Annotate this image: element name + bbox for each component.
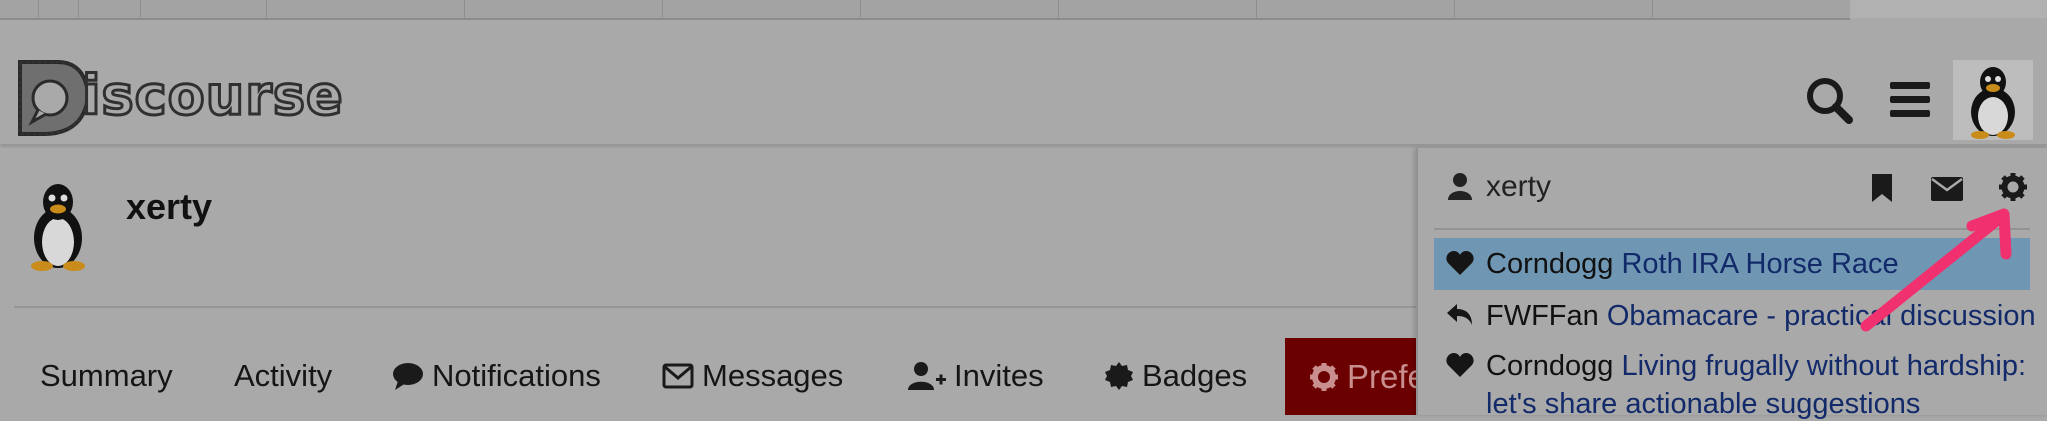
notification-topic: Obamacare - practical discussion bbox=[1606, 300, 2036, 332]
tab-label: Messages bbox=[702, 358, 844, 393]
tab-badges[interactable]: Badges bbox=[1104, 348, 1247, 404]
tux-avatar-icon bbox=[1971, 67, 2015, 139]
envelope-icon bbox=[662, 363, 694, 389]
discourse-logo[interactable]: iscourse bbox=[14, 56, 344, 145]
user-avatar-button[interactable] bbox=[1953, 60, 2033, 140]
notification-item[interactable]: Corndogg Roth IRA Horse Race bbox=[1434, 238, 2030, 290]
tab-activity[interactable]: Activity bbox=[234, 348, 332, 404]
profile-divider bbox=[14, 306, 1418, 308]
user-plus-icon bbox=[908, 362, 946, 390]
tab-messages[interactable]: Messages bbox=[662, 348, 843, 404]
logo-wordmark: iscourse bbox=[81, 63, 345, 129]
heart-icon bbox=[1446, 352, 1474, 386]
profile-username: xerty bbox=[126, 186, 213, 227]
messages-envelope-icon[interactable] bbox=[1930, 176, 1964, 207]
notification-user: FWFFan bbox=[1486, 300, 1599, 332]
browser-tab-strip bbox=[0, 0, 1850, 20]
tab-label: Activity bbox=[234, 358, 333, 393]
notification-topic: Roth IRA Horse Race bbox=[1621, 248, 1899, 280]
notification-topic: Living frugally without hardship: bbox=[1621, 350, 2027, 382]
search-icon[interactable] bbox=[1804, 60, 1856, 145]
tab-label: Badges bbox=[1142, 358, 1248, 393]
bookmark-icon[interactable] bbox=[1870, 172, 1894, 209]
tab-label: Summary bbox=[40, 358, 173, 393]
hamburger-menu-icon[interactable] bbox=[1886, 60, 1934, 145]
notification-user: Corndogg bbox=[1486, 248, 1614, 280]
heart-icon bbox=[1446, 250, 1474, 284]
reply-icon bbox=[1446, 300, 1474, 336]
preferences-gear-icon[interactable] bbox=[1998, 172, 2028, 207]
profile-avatar[interactable] bbox=[18, 178, 98, 279]
panel-divider bbox=[1434, 228, 2030, 230]
user-icon bbox=[1448, 173, 1472, 200]
browser-tab-strip-right bbox=[1850, 0, 2047, 18]
site-header: iscourse bbox=[0, 20, 2047, 144]
tux-avatar-icon bbox=[31, 184, 85, 271]
tab-label: Notifications bbox=[432, 358, 601, 393]
tab-label: Prefe bbox=[1347, 357, 1425, 395]
tab-invites[interactable]: Invites bbox=[908, 348, 1044, 404]
notification-topic-line2: let's share actionable suggestions bbox=[1486, 388, 1921, 420]
user-menu-panel: xerty Corndogg Roth IRA Horse Race FWFFa… bbox=[1416, 148, 2047, 420]
panel-username: xerty bbox=[1486, 170, 1552, 203]
tab-preferences[interactable]: Prefe bbox=[1285, 338, 1425, 415]
tab-notifications[interactable]: Notifications bbox=[392, 348, 601, 404]
notification-user: Corndogg bbox=[1486, 350, 1614, 382]
comment-icon bbox=[393, 363, 423, 390]
gear-icon bbox=[1310, 362, 1338, 391]
badge-icon bbox=[1105, 362, 1133, 390]
tab-summary[interactable]: Summary bbox=[40, 348, 173, 404]
panel-profile-link[interactable]: xerty bbox=[1448, 170, 1551, 204]
user-profile-main: xerty Summary Activity Notifications Mes… bbox=[0, 148, 1425, 415]
tab-label: Invites bbox=[954, 358, 1044, 393]
